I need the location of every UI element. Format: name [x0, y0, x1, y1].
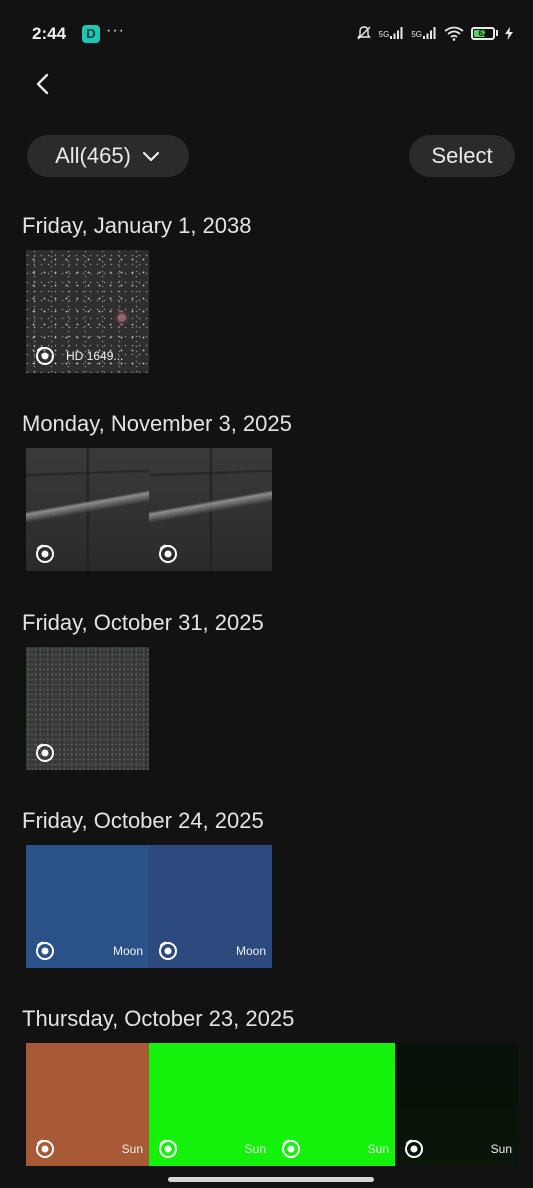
album-filter-dropdown[interactable]: All(465): [27, 135, 189, 177]
battery-tip: [496, 30, 498, 36]
chevron-left-icon: [36, 73, 49, 95]
home-indicator[interactable]: [168, 1177, 374, 1182]
date-section: Friday, January 1, 2038 HD 1649...: [0, 213, 533, 383]
telescope-target-icon: [159, 1139, 177, 1158]
photo-thumbnail[interactable]: Moon: [149, 845, 272, 968]
section-date-header: Friday, October 24, 2025: [22, 808, 264, 833]
signal-label-1: 5G: [378, 30, 390, 39]
photo-thumbnail[interactable]: Sun: [26, 1043, 149, 1166]
date-section: Friday, October 31, 2025: [0, 610, 533, 780]
photo-thumbnail[interactable]: [26, 448, 149, 571]
thumbnail-caption: Sun: [244, 1142, 266, 1156]
thumbnail-caption: HD 1649...: [66, 349, 124, 363]
signal-icon-2: [423, 27, 436, 39]
photo-thumbnail[interactable]: Sun: [149, 1043, 272, 1166]
thumbnail-caption: Moon: [235, 944, 266, 958]
section-date-header: Friday, October 31, 2025: [22, 610, 264, 635]
telescope-target-icon: [159, 941, 177, 960]
section-date-header: Friday, January 1, 2038: [22, 213, 252, 238]
thumbnail-row: [26, 647, 149, 770]
thumbnail-row: HD 1649...: [26, 250, 149, 373]
status-time: 2:44: [32, 24, 67, 43]
telescope-target-icon: [282, 1139, 300, 1158]
select-button[interactable]: Select: [409, 135, 515, 177]
thumbnail-row: [26, 448, 272, 571]
status-bar: 2:44 D ··· 5G 5G 62: [0, 0, 533, 64]
section-date-header: Thursday, October 23, 2025: [22, 1006, 295, 1031]
photo-thumbnail[interactable]: Moon: [26, 845, 149, 968]
thumbnail-caption: Sun: [490, 1142, 512, 1156]
telescope-target-icon: [36, 1139, 54, 1158]
signal-icon-1: [390, 27, 403, 39]
telescope-target-icon: [36, 941, 54, 960]
photo-thumbnail[interactable]: [149, 448, 272, 571]
bell-off-icon: [356, 26, 371, 40]
album-filter-label: All(465): [55, 143, 131, 168]
photo-thumbnail[interactable]: Sun: [395, 1043, 518, 1166]
telescope-target-icon: [405, 1139, 423, 1158]
wifi-icon: [444, 26, 464, 41]
telescope-target-icon: [36, 544, 54, 563]
status-icons: 5G 5G 62: [356, 22, 513, 44]
photo-thumbnail[interactable]: Sun: [272, 1043, 395, 1166]
telescope-target-icon: [159, 544, 177, 563]
thumbnail-caption: Sun: [367, 1142, 389, 1156]
photo-thumbnail[interactable]: [26, 647, 149, 770]
date-section: Monday, November 3, 2025: [0, 411, 533, 581]
back-button[interactable]: [30, 68, 60, 100]
charging-icon: [505, 26, 513, 40]
telescope-target-icon: [36, 743, 54, 762]
signal-label-2: 5G: [411, 30, 422, 39]
section-date-header: Monday, November 3, 2025: [22, 411, 292, 436]
photo-thumbnail[interactable]: HD 1649...: [26, 250, 149, 373]
date-section: Thursday, October 23, 2025 Sun Sun Sun Sun: [0, 1006, 533, 1176]
app-notification-icon: D: [82, 25, 100, 43]
thumbnail-row: Moon Moon: [26, 845, 272, 968]
chevron-down-icon: [142, 151, 160, 162]
date-section: Friday, October 24, 2025 Moon Moon: [0, 808, 533, 978]
more-notifications-icon: ···: [106, 22, 125, 39]
thumbnail-row: Sun Sun Sun Sun: [26, 1043, 518, 1166]
thumbnail-caption: Sun: [121, 1142, 143, 1156]
battery-icon: 62: [471, 26, 495, 40]
thumbnail-caption: Moon: [112, 944, 143, 958]
battery-percent: 62: [478, 28, 488, 38]
telescope-target-icon: [36, 346, 54, 365]
